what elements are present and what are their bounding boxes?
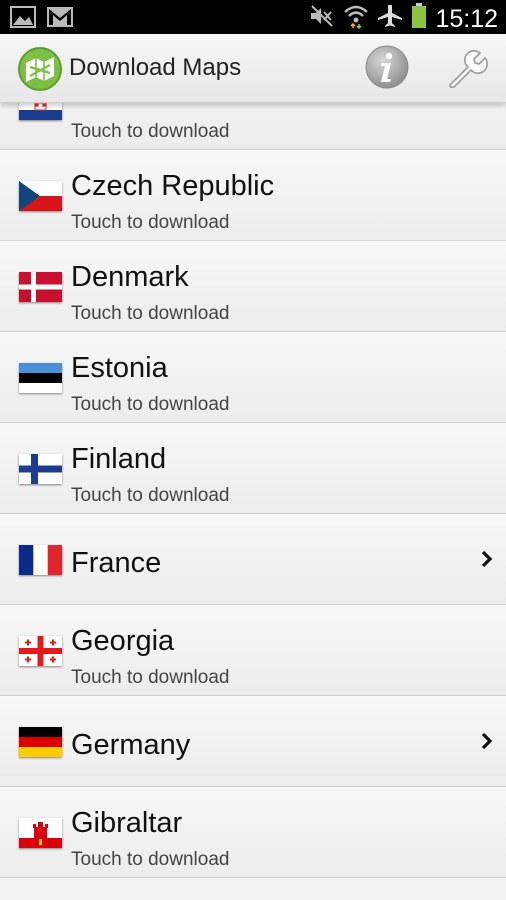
list-item-gibraltar[interactable]: Gibraltar Touch to download: [0, 787, 506, 878]
country-name: Georgia: [71, 625, 175, 657]
country-name: Finland: [71, 443, 167, 475]
info-icon: [365, 45, 409, 89]
country-name: Gibraltar: [71, 807, 183, 839]
country-name: Germany: [71, 729, 191, 761]
action-bar: Download Maps: [0, 34, 506, 103]
flag-czech-icon: [19, 181, 62, 211]
country-name: Estonia: [71, 352, 168, 384]
flag-croatia-icon: [19, 103, 62, 120]
list-item-finland[interactable]: Finland Touch to download: [0, 423, 506, 514]
list-item-france[interactable]: France: [0, 514, 506, 605]
country-list[interactable]: Touch to download Czech Republic Touch t…: [0, 103, 506, 900]
app-logo-icon[interactable]: [17, 46, 63, 92]
flag-france-icon: [19, 545, 62, 575]
download-hint: Touch to download: [71, 394, 230, 415]
country-name: Denmark: [71, 261, 189, 293]
gallery-icon: [10, 6, 36, 33]
gmail-icon: [46, 6, 74, 33]
download-hint: Touch to download: [71, 849, 230, 870]
settings-button[interactable]: [444, 46, 490, 92]
country-name: France: [71, 547, 162, 579]
list-item-czech-republic[interactable]: Czech Republic Touch to download: [0, 150, 506, 241]
battery-icon: [411, 3, 427, 34]
flag-germany-icon: [19, 727, 62, 757]
info-button[interactable]: [364, 44, 410, 90]
download-hint: Touch to download: [71, 212, 230, 233]
page-title: Download Maps: [69, 54, 242, 81]
list-item-denmark[interactable]: Denmark Touch to download: [0, 241, 506, 332]
flag-gibraltar-icon: [19, 818, 62, 848]
country-name: Czech Republic: [71, 170, 275, 202]
flag-estonia-icon: [19, 363, 62, 393]
airplane-mode-icon: [377, 4, 403, 33]
download-hint: Touch to download: [71, 667, 230, 688]
list-item-estonia[interactable]: Estonia Touch to download: [0, 332, 506, 423]
flag-georgia-icon: [19, 636, 62, 666]
status-bar: 15:12: [0, 0, 506, 34]
flag-denmark-icon: [19, 272, 62, 302]
wifi-icon: [343, 3, 369, 34]
wrench-icon: [448, 50, 488, 89]
list-item-croatia[interactable]: Touch to download: [0, 103, 506, 150]
list-item-georgia[interactable]: Georgia Touch to download: [0, 605, 506, 696]
clock: 15:12: [435, 4, 498, 33]
chevron-right-icon: [480, 548, 494, 570]
download-hint: Touch to download: [71, 121, 230, 142]
chevron-right-icon: [480, 730, 494, 752]
list-item-germany[interactable]: Germany: [0, 696, 506, 787]
flag-finland-icon: [19, 454, 62, 484]
download-hint: Touch to download: [71, 485, 230, 506]
download-hint: Touch to download: [71, 303, 230, 324]
no-sound-icon: [309, 4, 335, 33]
